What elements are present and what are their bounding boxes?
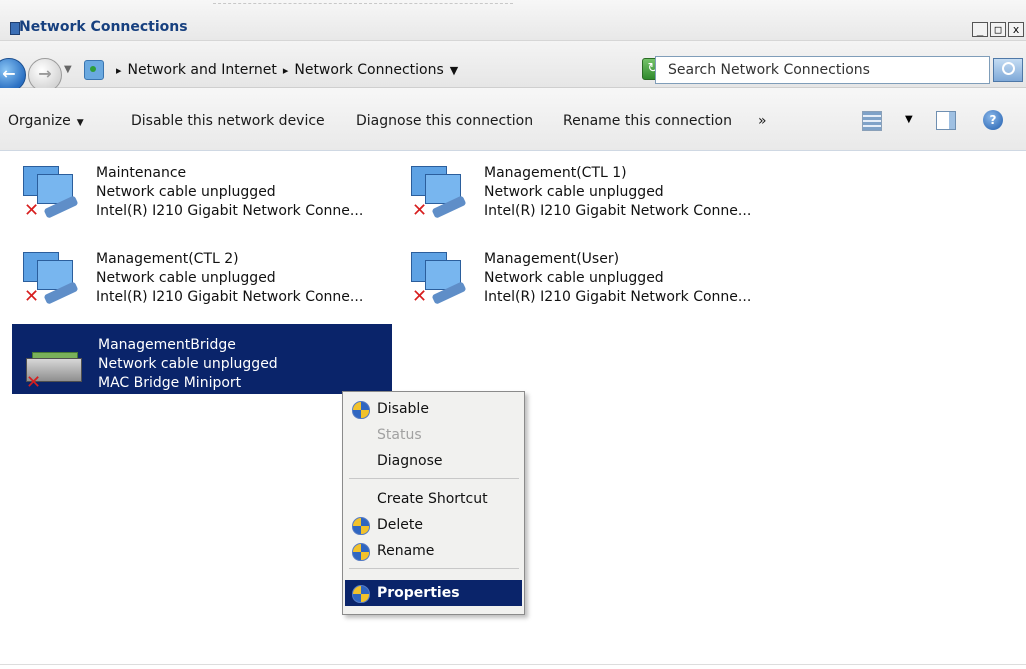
shield-icon: [352, 585, 370, 603]
minimize-button[interactable]: _: [972, 22, 988, 37]
menu-item-properties[interactable]: Properties: [345, 580, 522, 606]
connection-details: Management(CTL 2) Network cable unplugge…: [96, 250, 363, 307]
connection-item[interactable]: ✕ Management(CTL 1) Network cable unplug…: [398, 152, 778, 222]
connection-name: Management(User): [484, 251, 620, 267]
menu-item-delete[interactable]: Delete: [345, 512, 522, 538]
menu-item-label: Status: [377, 427, 422, 443]
menu-item-label: Rename: [377, 543, 435, 559]
status-bar-divider: [0, 664, 1026, 665]
context-menu: Disable Status Diagnose Create Shortcut …: [342, 391, 525, 615]
disconnected-x-icon: ✕: [412, 200, 428, 221]
menu-separator: [349, 568, 519, 569]
more-commands-button[interactable]: »: [758, 113, 767, 129]
connection-name: Maintenance: [96, 165, 187, 181]
menu-item-create-shortcut[interactable]: Create Shortcut: [345, 486, 522, 512]
connection-item[interactable]: ✕ Management(CTL 2) Network cable unplug…: [10, 238, 390, 308]
diagnose-connection-button[interactable]: Diagnose this connection: [356, 113, 533, 129]
change-view-icon[interactable]: [862, 111, 882, 131]
shield-icon: [352, 517, 370, 535]
network-adapter-icon: ✕: [408, 164, 470, 221]
shield-icon: [352, 401, 370, 419]
connection-device: Intel(R) I210 Gigabit Network Conne...: [96, 289, 364, 305]
connection-device: Intel(R) I210 Gigabit Network Conne...: [484, 203, 752, 219]
connection-status: Network cable unplugged: [484, 184, 664, 200]
search-icon[interactable]: [993, 58, 1023, 82]
window-controls: _ □ x: [970, 22, 1024, 37]
preview-pane-icon[interactable]: [936, 111, 956, 130]
connection-status: Network cable unplugged: [98, 356, 278, 372]
network-adapter-icon: ✕: [408, 250, 470, 307]
chevron-down-icon: ▼: [76, 118, 84, 128]
maximize-button[interactable]: □: [990, 22, 1006, 37]
connection-item[interactable]: ✕ Maintenance Network cable unplugged In…: [10, 152, 390, 222]
menu-item-diagnose[interactable]: Diagnose: [345, 448, 522, 474]
network-folder-icon: [84, 60, 104, 80]
breadcrumb[interactable]: ▸ Network and Internet ▸ Network Connect…: [78, 56, 676, 84]
disconnected-x-icon: ✕: [24, 286, 40, 307]
connection-status: Network cable unplugged: [484, 270, 664, 286]
menu-item-label: Delete: [377, 517, 423, 533]
bridge-adapter-icon: ✕: [22, 336, 84, 393]
connection-device: Intel(R) I210 Gigabit Network Conne...: [484, 289, 752, 305]
shield-icon: [352, 543, 370, 561]
menu-item-disable[interactable]: Disable: [345, 396, 522, 422]
connection-device: MAC Bridge Miniport: [98, 375, 242, 391]
network-adapter-icon: ✕: [20, 250, 82, 307]
breadcrumb-network-connections[interactable]: Network Connections: [294, 62, 443, 78]
connection-item[interactable]: ✕ Management(User) Network cable unplugg…: [398, 238, 778, 308]
disconnected-x-icon: ✕: [412, 286, 428, 307]
network-adapter-icon: ✕: [20, 164, 82, 221]
connection-name: Management(CTL 1): [484, 165, 627, 181]
connection-details: Maintenance Network cable unplugged Inte…: [96, 164, 363, 221]
forward-button[interactable]: →: [28, 58, 62, 92]
menu-item-label: Disable: [377, 401, 429, 417]
menu-separator: [349, 478, 519, 479]
rename-connection-button[interactable]: Rename this connection: [563, 113, 732, 129]
search-input[interactable]: Search Network Connections: [655, 56, 990, 84]
menu-item-label: Diagnose: [377, 453, 443, 469]
disconnected-x-icon: ✕: [26, 372, 42, 393]
connection-device: Intel(R) I210 Gigabit Network Conne...: [96, 203, 364, 219]
help-icon[interactable]: ?: [983, 110, 1003, 130]
title-bar: Network Connections _ □ x: [0, 0, 1026, 41]
connection-item-selected[interactable]: ✕ ManagementBridge Network cable unplugg…: [12, 324, 392, 394]
window-title: Network Connections: [19, 19, 188, 35]
connection-details: Management(User) Network cable unplugged…: [484, 250, 751, 307]
menu-item-status: Status: [345, 422, 522, 448]
chevron-down-icon[interactable]: ▼: [450, 64, 458, 77]
menu-item-rename[interactable]: Rename: [345, 538, 522, 564]
connection-name: ManagementBridge: [98, 337, 236, 353]
chevron-right-icon[interactable]: ▸: [283, 64, 289, 77]
menu-item-label: Create Shortcut: [377, 491, 488, 507]
organize-label: Organize: [8, 113, 71, 129]
history-dropdown-icon[interactable]: ▼: [64, 64, 72, 75]
back-arrow-icon: ←: [2, 64, 16, 83]
connection-status: Network cable unplugged: [96, 270, 276, 286]
connection-details: Management(CTL 1) Network cable unplugge…: [484, 164, 751, 221]
organize-button[interactable]: Organize ▼: [8, 113, 84, 129]
close-button[interactable]: x: [1008, 22, 1024, 37]
disable-network-device-button[interactable]: Disable this network device: [131, 113, 325, 129]
connection-status: Network cable unplugged: [96, 184, 276, 200]
chevron-down-icon[interactable]: ▼: [905, 114, 913, 125]
connection-details: ManagementBridge Network cable unplugged…: [98, 336, 278, 393]
dashed-divider: [213, 3, 513, 4]
chevron-right-icon[interactable]: ▸: [116, 64, 122, 77]
breadcrumb-network-and-internet[interactable]: Network and Internet: [128, 62, 277, 78]
disconnected-x-icon: ✕: [24, 200, 40, 221]
connection-name: Management(CTL 2): [96, 251, 239, 267]
forward-arrow-icon: →: [38, 64, 52, 83]
menu-item-label: Properties: [377, 585, 460, 601]
